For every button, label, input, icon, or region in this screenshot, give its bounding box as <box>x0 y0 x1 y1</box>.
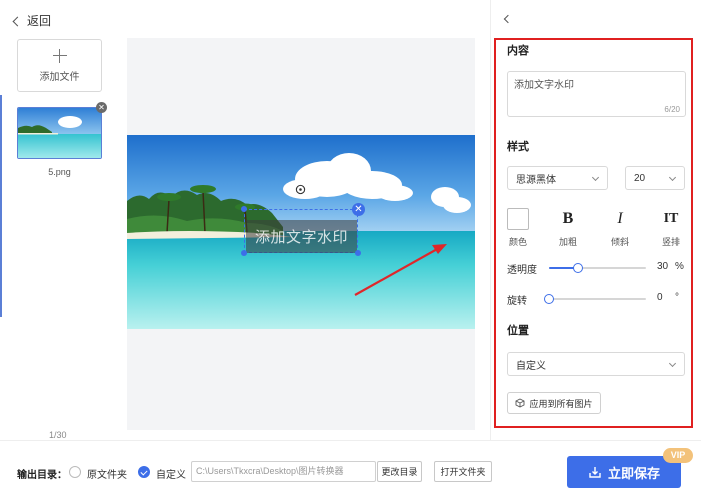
apply-to-all-label: 应用到所有图片 <box>529 398 593 409</box>
output-path-field[interactable]: C:\Users\Tkxcra\Desktop\图片转换器 <box>191 461 376 482</box>
resize-handle-bottom-left[interactable] <box>241 250 247 256</box>
thumbnail-image <box>18 108 101 158</box>
save-now-button[interactable]: 立即保存 <box>567 456 681 488</box>
italic-button[interactable]: I 倾斜 <box>608 207 632 248</box>
file-name: 5.png <box>48 167 71 177</box>
chevron-left-icon <box>12 16 23 26</box>
font-family-select[interactable]: 思源黑体 <box>507 166 608 190</box>
content-section-title: 内容 <box>507 45 529 57</box>
char-count: 6/20 <box>664 105 680 114</box>
open-folder-button[interactable]: 打开文件夹 <box>434 461 492 482</box>
bold-icon: B <box>562 210 574 227</box>
font-size-value: 20 <box>634 172 646 184</box>
back-label: 返回 <box>27 14 52 28</box>
italic-icon: I <box>617 210 623 227</box>
color-swatch <box>507 208 529 230</box>
back-button[interactable]: 返回 <box>12 12 52 29</box>
vip-badge: VIP <box>663 448 693 463</box>
radio-custom-folder[interactable] <box>138 466 150 478</box>
chevron-down-icon <box>668 173 677 182</box>
opacity-label: 透明度 <box>507 265 537 276</box>
original-folder-label: 原文件夹 <box>87 470 127 481</box>
watermark-background: 添加文字水印 <box>246 220 357 253</box>
watermark-text: 添加文字水印 <box>254 229 348 246</box>
download-icon <box>589 467 601 478</box>
resize-handle-bottom-right[interactable] <box>355 250 361 256</box>
save-now-label: 立即保存 <box>607 465 660 481</box>
opacity-unit: % <box>675 261 684 272</box>
footer-bar: 输出目录： 原文件夹 自定义 C:\Users\Tkxcra\Desktop\图… <box>0 441 701 500</box>
file-thumbnail[interactable] <box>17 107 102 159</box>
add-file-label: 添加文件 <box>39 71 80 83</box>
opacity-knob[interactable] <box>573 263 584 273</box>
bold-button[interactable]: B 加粗 <box>556 207 580 248</box>
vertical-text-label: 竖排 <box>661 237 680 247</box>
rotation-unit: ° <box>675 292 679 303</box>
color-label: 颜色 <box>508 237 527 247</box>
delete-watermark-icon[interactable]: ✕ <box>352 203 365 216</box>
rotation-knob[interactable] <box>544 294 554 304</box>
italic-label: 倾斜 <box>610 237 629 247</box>
position-section-title: 位置 <box>507 325 529 337</box>
rotate-icon[interactable] <box>295 184 306 195</box>
plus-icon <box>52 48 67 63</box>
watermark-settings-panel: 内容 添加文字水印 6/20 样式 思源黑体 20 颜色 B 加粗 I 倾斜 I… <box>494 38 693 428</box>
rotation-value: 0 <box>657 292 663 303</box>
font-family-value: 思源黑体 <box>516 174 556 186</box>
opacity-value: 30 <box>657 261 669 272</box>
position-value: 自定义 <box>516 360 546 372</box>
add-file-button[interactable]: 添加文件 <box>17 39 102 92</box>
bold-label: 加粗 <box>558 237 577 247</box>
radio-original-folder[interactable] <box>69 466 81 478</box>
rotation-slider-row: 旋转 0 ° <box>507 292 687 307</box>
watermark-text-input[interactable]: 添加文字水印 6/20 <box>507 71 686 117</box>
output-dir-label: 输出目录： <box>17 470 67 481</box>
style-section-title: 样式 <box>507 141 529 153</box>
chevron-down-icon <box>668 359 677 368</box>
custom-folder-label: 自定义 <box>156 470 186 481</box>
vertical-text-button[interactable]: IT 竖排 <box>659 207 683 248</box>
apply-to-all-button[interactable]: 应用到所有图片 <box>507 392 601 414</box>
chevron-down-icon <box>591 173 600 182</box>
file-list: 添加文件 ✕ 5.png <box>0 30 118 440</box>
collapse-panel-icon[interactable] <box>503 14 513 24</box>
cube-icon <box>516 398 525 408</box>
remove-file-icon[interactable]: ✕ <box>96 102 107 113</box>
opacity-slider-row: 透明度 30 % <box>507 261 687 276</box>
page-counter: 1/30 <box>49 430 67 440</box>
font-size-select[interactable]: 20 <box>625 166 685 190</box>
rotation-slider[interactable] <box>544 294 646 304</box>
change-dir-button[interactable]: 更改目录 <box>377 461 422 482</box>
watermark-text-value: 添加文字水印 <box>514 80 574 91</box>
opacity-slider[interactable] <box>549 263 646 273</box>
rotation-label: 旋转 <box>507 296 527 307</box>
resize-handle-top-left[interactable] <box>241 206 247 212</box>
color-button[interactable]: 颜色 <box>506 207 530 248</box>
watermark-selection[interactable]: 添加文字水印 <box>244 209 358 253</box>
panel-divider <box>490 0 491 440</box>
vertical-text-icon: IT <box>663 211 679 226</box>
position-select[interactable]: 自定义 <box>507 352 685 376</box>
